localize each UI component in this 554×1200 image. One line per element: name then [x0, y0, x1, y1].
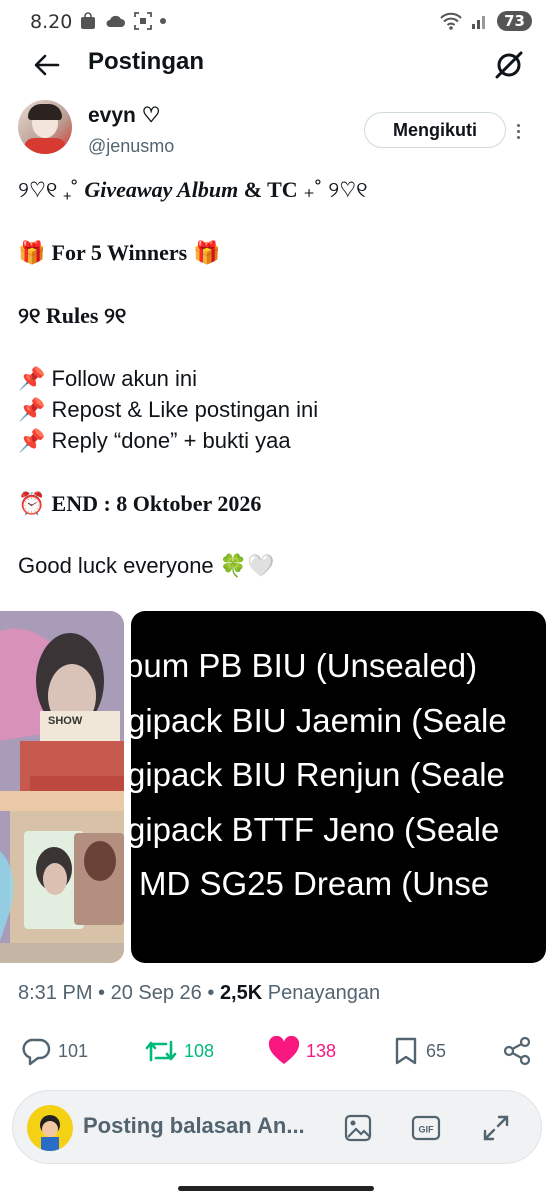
share-button[interactable] — [502, 1036, 532, 1066]
shopping-bag-icon — [81, 12, 95, 29]
wifi-icon — [440, 12, 462, 30]
views-label: Penayangan — [262, 982, 381, 1004]
signal-icon — [472, 16, 486, 29]
author-name[interactable]: evyn ♡ — [88, 103, 161, 128]
repost-icon — [145, 1040, 177, 1062]
screenshot-icon — [134, 12, 152, 30]
winners-text: For 5 Winners — [51, 240, 188, 265]
notification-icons — [80, 12, 166, 30]
bookmark-button[interactable]: 65 — [392, 1036, 446, 1066]
dot-icon — [160, 18, 166, 24]
repost-count: 108 — [184, 1040, 215, 1061]
post-line-closing: Good luck everyone 🍀🤍 — [18, 551, 275, 581]
album-list-image[interactable]: bum PB BIU (Unsealed) gipack BIU Jaemin … — [131, 611, 546, 963]
album-photo-art — [0, 611, 124, 963]
grok-icon[interactable] — [492, 48, 526, 82]
share-icon — [503, 1036, 531, 1066]
reply-count: 101 — [58, 1040, 89, 1061]
post-meta: 8:31 PM • 20 Sep 26 • 2,5K Penayangan — [18, 982, 381, 1004]
gift-icon: 🎁 — [193, 240, 221, 265]
list-line: bum PB BIU (Unsealed) — [131, 647, 478, 684]
post-line-winners: 🎁 For 5 Winners 🎁 — [18, 238, 221, 268]
bookmark-icon — [395, 1037, 417, 1065]
page-title: Postingan — [88, 48, 205, 75]
post-rule-2: 📌 Repost & Like postingan ini — [18, 395, 318, 425]
cloud-icon — [106, 15, 125, 27]
post-time: 8:31 PM — [18, 982, 93, 1004]
heart-icon — [268, 1036, 300, 1064]
expand-icon[interactable] — [481, 1113, 511, 1143]
image-icon[interactable] — [343, 1113, 373, 1143]
list-line: gipack BIU Renjun (Seale — [131, 756, 505, 793]
list-line: MD SG25 Dream (Unse — [139, 865, 490, 902]
album-photo[interactable]: SHOW — [0, 611, 124, 963]
reply-composer[interactable]: Posting balasan An... GIF — [12, 1090, 542, 1164]
closing-text: Good luck everyone — [18, 553, 214, 578]
title-deco-left: ୨♡୧ ₊˚ — [18, 177, 85, 202]
post-date: 20 Sep 26 — [110, 982, 202, 1004]
like-button[interactable]: 138 — [268, 1036, 336, 1066]
back-arrow-icon[interactable] — [32, 50, 62, 80]
system-icons: 73 — [439, 11, 532, 31]
list-line: gipack BIU Jaemin (Seale — [131, 702, 507, 739]
post-line-end: ⏰ END : 8 Oktober 2026 — [18, 489, 261, 519]
view-count[interactable]: 2,5K — [220, 982, 262, 1004]
reply-button[interactable]: 101 — [22, 1036, 88, 1066]
rule-text: Reply “done” + bukti yaa — [51, 428, 291, 453]
pushpin-icon: 📌 — [18, 366, 46, 391]
sticker-text: SHOW — [48, 715, 83, 727]
alarm-clock-icon: ⏰ — [18, 491, 46, 516]
author-avatar[interactable] — [18, 100, 72, 154]
post-line-title: ୨♡୧ ₊˚ Giveaway Album & TC ₊˚ ୨♡୧ — [18, 175, 368, 205]
rule-text: Follow akun ini — [51, 366, 198, 391]
end-date-text: END : 8 Oktober 2026 — [51, 491, 262, 516]
author-handle[interactable]: @jenusmo — [88, 136, 174, 157]
post-rule-1: 📌 Follow akun ini — [18, 364, 197, 394]
post-rule-3: 📌 Reply “done” + bukti yaa — [18, 426, 291, 456]
like-count: 138 — [306, 1040, 337, 1061]
action-bar: 101 108 138 65 — [0, 1036, 554, 1072]
reply-placeholder[interactable]: Posting balasan An... — [83, 1113, 305, 1139]
bookmark-count: 65 — [426, 1040, 447, 1061]
gesture-navigation-bar[interactable] — [178, 1186, 374, 1191]
battery-indicator: 73 — [497, 11, 532, 31]
rule-text: Repost & Like postingan ini — [51, 397, 319, 422]
pushpin-icon: 📌 — [18, 428, 46, 453]
top-bar: Postingan — [0, 40, 554, 90]
post-media: SHOW bum PB BIU (Unsealed) gipack BIU Ja… — [0, 611, 546, 963]
status-time: 8.20 — [30, 11, 73, 33]
more-options-icon[interactable] — [517, 124, 520, 139]
title-giveaway: Giveaway Album — [84, 177, 239, 202]
repost-button[interactable]: 108 — [144, 1036, 214, 1066]
clover-heart-icon: 🍀🤍 — [219, 553, 275, 578]
gif-icon[interactable]: GIF — [411, 1113, 441, 1143]
following-button[interactable]: Mengikuti — [364, 112, 506, 148]
list-line: gipack BTTF Jeno (Seale — [131, 811, 500, 848]
gift-icon: 🎁 — [18, 240, 46, 265]
user-avatar[interactable] — [27, 1105, 73, 1151]
svg-text:GIF: GIF — [419, 1125, 435, 1135]
post-line-rules: ୨୧ Rules ୨୧ — [18, 303, 127, 328]
reply-icon — [22, 1038, 51, 1066]
title-tc: & TC — [238, 177, 304, 202]
title-deco-right: ₊˚ ୨♡୧ — [303, 177, 368, 202]
pushpin-icon: 📌 — [18, 397, 46, 422]
